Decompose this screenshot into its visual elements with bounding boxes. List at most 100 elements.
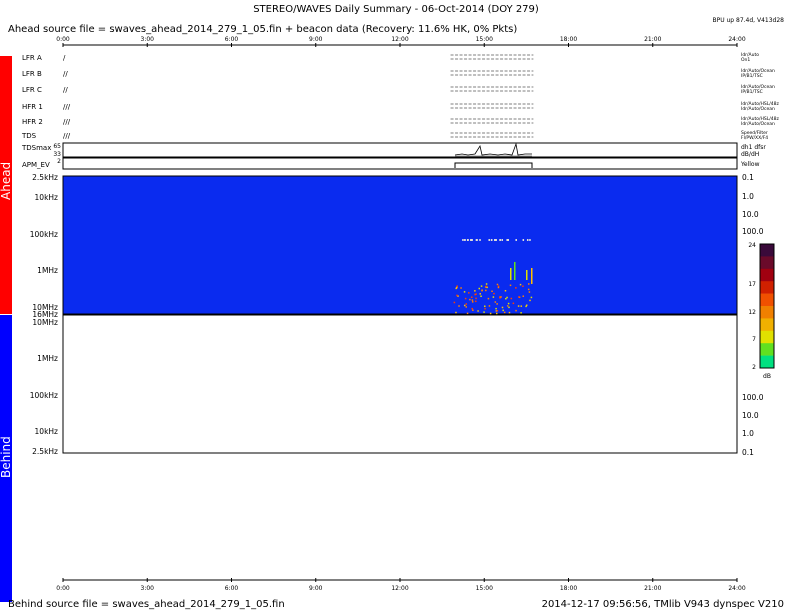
footer-timestamp: 2014-12-17 09:56:56, TMlib V943 dynspec … [542, 599, 784, 610]
emission-point [503, 311, 506, 314]
hk-rows: LFR A / Idr/AutoOn1LFR B//Idr/Auto/OceanIP… [21, 52, 780, 141]
hk-row-marks: / [63, 54, 66, 62]
tds-ytick-high: 65 [53, 143, 61, 150]
colorbar-cell [760, 318, 774, 332]
time-tick-bottom-label: 15:00 [476, 585, 493, 592]
colorbar-tick-24: 24 [748, 242, 756, 249]
emission-point [465, 306, 468, 308]
behind-right-10-0: 10.0 [742, 411, 759, 420]
hk-row-marks: /// [63, 103, 71, 111]
colorbar-tick-17: 17 [748, 281, 756, 288]
time-tick-top-label: 15:00 [476, 36, 493, 43]
ahead-freq-axis-left: 2.5kHz 10kHz 100kHz 1MHz 10MHz 16MHz [30, 173, 58, 319]
time-tick-top-label: 6:00 [225, 36, 239, 43]
behind-right-1-0: 1.0 [742, 429, 754, 438]
emission-burst [510, 268, 512, 280]
apm-status: Yellow [740, 161, 760, 168]
hk-row-label: HFR 1 [22, 103, 43, 111]
emission-point [508, 311, 511, 314]
emission-point [501, 306, 504, 309]
emission-point [464, 297, 467, 300]
emission-point [484, 305, 486, 308]
ahead-freq-2-5khz: 2.5kHz [32, 173, 58, 182]
ahead-panel: 2.5kHz 10kHz 100kHz 1MHz 10MHz 16MHz 0.1… [30, 173, 764, 319]
emission-point [496, 303, 498, 305]
emission-point [507, 239, 509, 241]
ahead-right-100-0: 100.0 [742, 227, 764, 236]
emission-point [500, 296, 502, 298]
hk-row-marks: /// [63, 118, 71, 126]
behind-source-line: Behind source file = swaves_ahead_2014_2… [8, 599, 285, 610]
emission-point [458, 305, 460, 307]
hk-row-label: LFR A [22, 54, 42, 62]
emission-point [475, 300, 477, 303]
apm-panel-frame [62, 157, 738, 170]
tds-panel-frame [62, 142, 738, 158]
behind-freq-axis-left: 10MHz 1MHz 100kHz 10kHz 2.5kHz [30, 318, 58, 456]
ahead-right-10-0: 10.0 [742, 210, 759, 219]
emission-point [491, 290, 493, 293]
emission-point [493, 292, 495, 295]
emission-point [455, 311, 457, 314]
emission-point [527, 288, 530, 291]
time-tick-top-label: 12:00 [391, 36, 408, 43]
ahead-freq-1mhz: 1MHz [37, 266, 58, 275]
hk-row-label: TDS [21, 132, 37, 140]
emission-point [530, 296, 533, 299]
hk-row-marks: /// [63, 132, 71, 140]
emission-point [483, 311, 485, 313]
version-tag: BPU up 87.4d, V413d28 [712, 17, 784, 24]
emission-point [515, 309, 517, 312]
emission-point [453, 301, 456, 304]
emission-point [494, 239, 496, 241]
emission-point [502, 309, 504, 312]
ahead-right-0-1: 0.1 [742, 173, 754, 182]
time-tick-bottom-label: 21:00 [644, 585, 661, 592]
emission-point [478, 287, 481, 290]
hk-row-marks: // [63, 86, 68, 94]
hk-row-status: Idr/Auto/Ocean [741, 106, 775, 112]
emission-point [510, 297, 513, 300]
emission-point [495, 312, 498, 315]
emission-point [471, 301, 474, 303]
emission-point [520, 305, 523, 307]
time-tick-bottom-label: 12:00 [391, 585, 408, 592]
emission-point [504, 289, 507, 292]
colorbar-cell [760, 355, 774, 369]
colorbar-tick-12: 12 [748, 309, 756, 316]
emission-point [528, 291, 531, 293]
colorbar-cell [760, 281, 774, 294]
emission-point [456, 285, 458, 287]
emission-point [519, 283, 522, 286]
time-tick-top-label: 3:00 [141, 36, 155, 43]
ahead-source-line: Ahead source file = swaves_ahead_2014_27… [8, 24, 517, 35]
time-tick-bottom-label: 6:00 [225, 585, 239, 592]
emission-point [515, 239, 517, 241]
behind-right-100-0: 100.0 [742, 393, 764, 402]
emission-point [469, 298, 471, 301]
behind-freq-axis-right: 100.0 10.0 1.0 0.1 [742, 393, 764, 457]
behind-freq-100khz: 100kHz [30, 391, 58, 400]
emission-burst [514, 262, 516, 280]
hk-row-status: IP/B1/TSC [741, 73, 763, 79]
emission-point [506, 305, 509, 307]
hk-row-status: IP/B1/TSC [741, 89, 763, 95]
time-tick-top-label: 24:00 [728, 36, 745, 43]
emission-point [518, 296, 520, 298]
hk-row-label: LFR C [22, 86, 42, 94]
hk-row-status: Fl/PW/XX/F4 [741, 135, 768, 141]
behind-freq-2-5khz: 2.5kHz [32, 447, 58, 456]
emission-point [496, 283, 499, 286]
hk-row-status: Idr/Auto/Ocean [741, 121, 775, 127]
emission-point [485, 283, 488, 285]
time-tick-top-label: 18:00 [560, 36, 577, 43]
emission-point [470, 296, 473, 299]
behind-freq-1mhz: 1MHz [37, 354, 58, 363]
emission-point [507, 302, 510, 305]
emission-point [490, 239, 493, 241]
colorbar-cell [760, 256, 774, 270]
emission-point [485, 285, 488, 288]
ahead-freq-100khz: 100kHz [30, 230, 58, 239]
emission-point [466, 312, 469, 315]
emission-burst [526, 270, 528, 280]
